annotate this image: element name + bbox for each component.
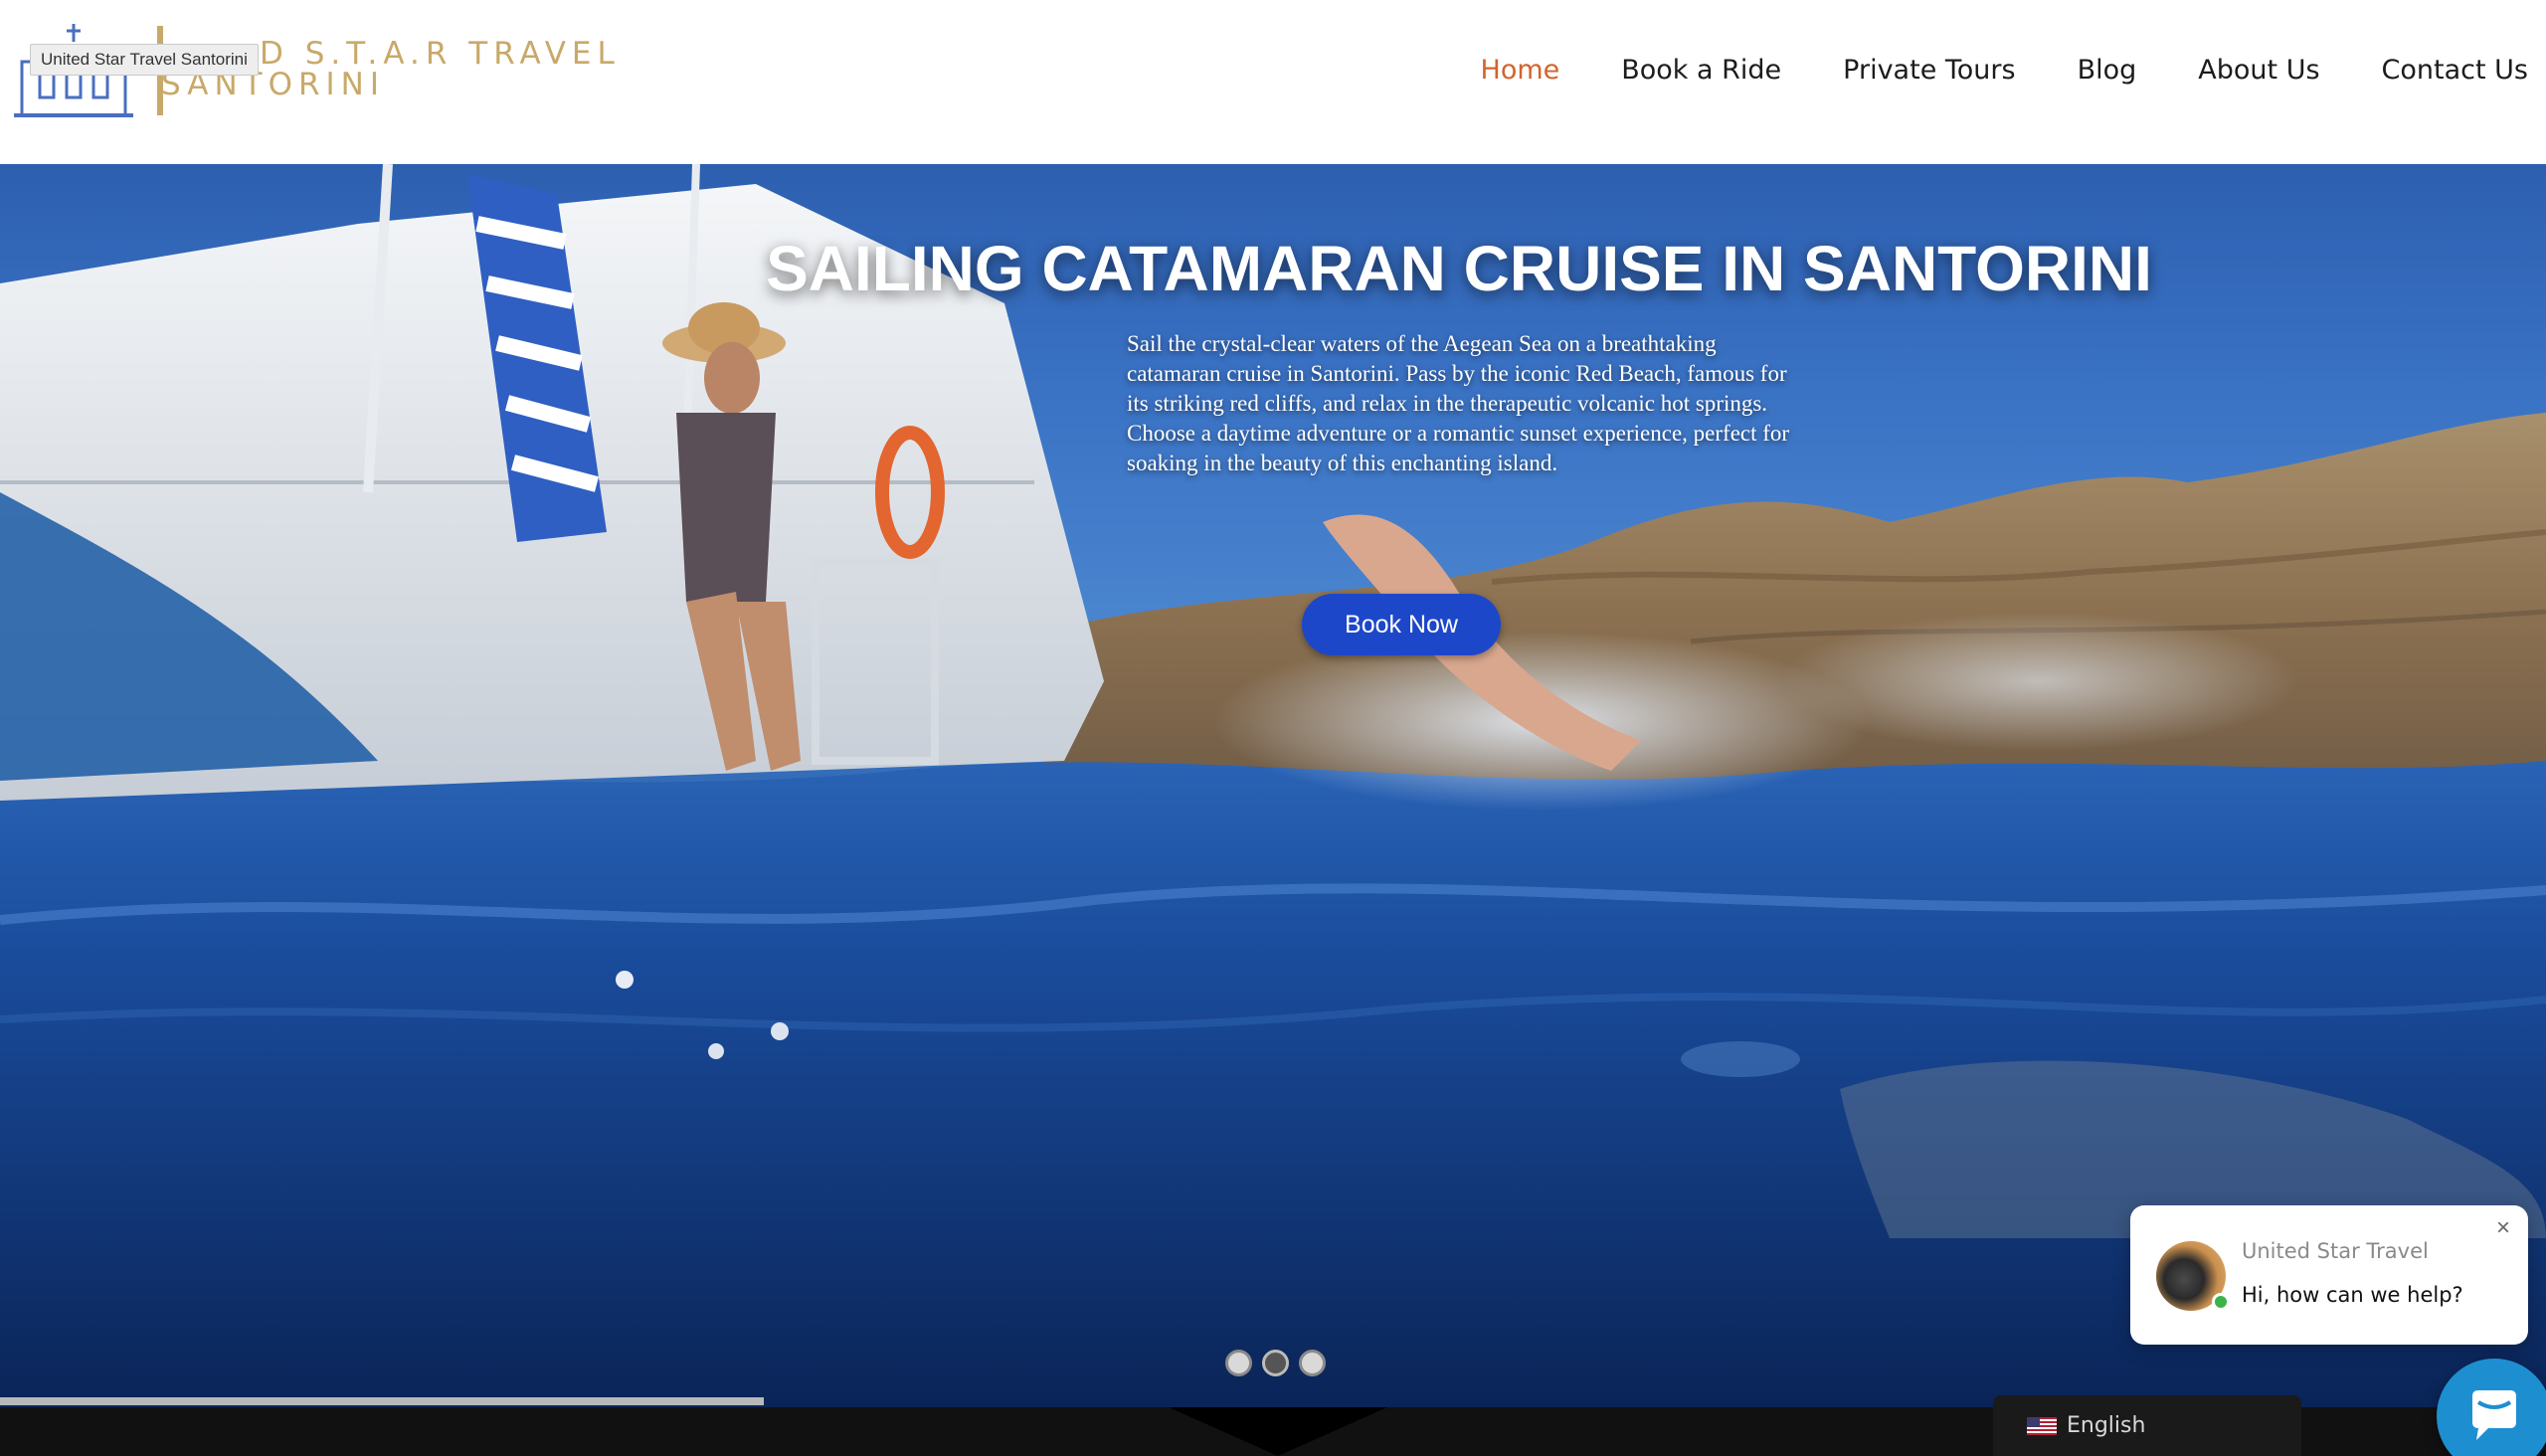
nav-blog[interactable]: Blog [2078,55,2137,86]
slider-dot-3[interactable] [1299,1350,1326,1376]
site-logo[interactable]: —D S.T.A.R TRAVEL SANTORINI United Star … [14,22,615,121]
slider-dot-1[interactable] [1225,1350,1252,1376]
book-now-button[interactable]: Book Now [1302,594,1501,655]
chat-greeting: Hi, how can we help? [2242,1283,2463,1307]
nav-book-a-ride[interactable]: Book a Ride [1621,55,1781,86]
nav-contact-us[interactable]: Contact Us [2382,55,2528,86]
nav-home[interactable]: Home [1481,55,1560,86]
nav-private-tours[interactable]: Private Tours [1843,55,2015,86]
slider-dot-2[interactable] [1262,1350,1289,1376]
chat-popup[interactable]: United Star Travel Hi, how can we help? … [2130,1205,2528,1345]
online-status-icon [2212,1293,2230,1311]
main-nav: Home Book a Ride Private Tours Blog Abou… [1419,0,2546,139]
slider-pagination [1225,1350,1326,1376]
close-icon[interactable]: × [2490,1215,2516,1241]
chat-agent-name: United Star Travel [2242,1239,2429,1263]
logo-tooltip: United Star Travel Santorini [30,44,259,76]
us-flag-icon [2027,1416,2057,1435]
nav-about-us[interactable]: About Us [2198,55,2319,86]
chat-bubble-icon [2472,1390,2516,1440]
hero-description: Sail the crystal-clear waters of the Aeg… [1127,331,1790,475]
language-label: English [2067,1413,2146,1438]
site-header: —D S.T.A.R TRAVEL SANTORINI United Star … [0,0,2546,164]
slide-progress-bar [0,1397,764,1405]
hero-title: SAILING CATAMARAN CRUISE IN SANTORINI [766,233,2152,304]
scroll-down-tab[interactable] [1169,1407,1387,1456]
language-switcher[interactable]: English [1993,1395,2301,1456]
